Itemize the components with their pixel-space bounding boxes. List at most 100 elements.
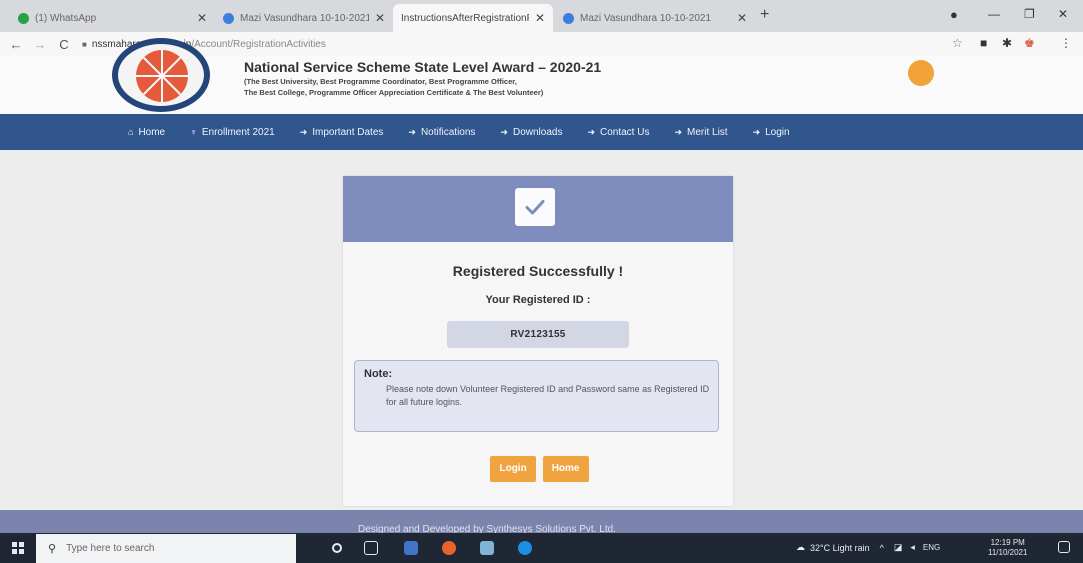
nav-item-important-dates[interactable]: ➜ Important Dates xyxy=(300,127,384,138)
photos-icon[interactable] xyxy=(480,541,494,555)
browser-tab-bar: (1) WhatsApp ✕ Mazi Vasundhara 10-10-202… xyxy=(0,0,1083,32)
nav-item-contact-us[interactable]: ➜ Contact Us xyxy=(587,127,649,138)
maximize-icon[interactable]: ❐ xyxy=(1024,7,1035,21)
language-text[interactable]: ENG xyxy=(923,543,940,552)
sign-in-icon: ➜ xyxy=(408,126,416,137)
chevron-up-icon[interactable]: ^ xyxy=(880,543,884,553)
site-footer: Designed and Developed by Synthesys Solu… xyxy=(0,510,1083,533)
whatsapp-icon xyxy=(18,12,29,24)
lock-icon: ■ xyxy=(82,39,87,49)
home-button[interactable]: Home xyxy=(542,456,589,482)
sign-in-icon: ➜ xyxy=(752,126,761,137)
network-icon[interactable]: ◪ xyxy=(894,542,903,553)
note-box: Note: Please note down Volunteer Registe… xyxy=(354,360,719,432)
clock[interactable]: 12:19 PM 11/10/2021 xyxy=(988,538,1027,558)
star-icon[interactable]: ☆ xyxy=(952,36,963,50)
close-icon[interactable]: ✕ xyxy=(535,11,545,25)
nav-label: Downloads xyxy=(512,126,563,138)
back-icon[interactable]: ← xyxy=(8,37,24,52)
nav-item-enrollment[interactable]: ♆ Enrollment 2021 xyxy=(190,127,275,138)
weather-icon: ☁ xyxy=(796,542,805,552)
minimize-icon[interactable]: — xyxy=(988,7,1000,21)
home-icon: ⌂ xyxy=(128,127,134,137)
site-header: National Service Scheme State Level Awar… xyxy=(0,38,1083,114)
check-icon xyxy=(515,188,555,226)
taskbar: ⚲ Type here to search ☁ 32°C Light rain … xyxy=(0,533,1083,563)
header-text: National Service Scheme State Level Awar… xyxy=(244,59,601,97)
tab-title: (1) WhatsApp xyxy=(35,12,97,24)
menu-icon[interactable]: ⋮ xyxy=(1060,36,1072,50)
success-title: Registered Successfully ! xyxy=(452,263,624,279)
main-content: Registered Successfully ! Your Registere… xyxy=(0,150,1083,510)
notification-icon[interactable] xyxy=(1058,541,1070,553)
trophy-icon: ♆ xyxy=(190,127,197,137)
browser-tab[interactable]: Mazi Vasundhara 10-10-2021 ✕ xyxy=(555,4,755,32)
nav-item-login[interactable]: ➜ Login xyxy=(753,127,790,138)
new-tab-icon[interactable]: + xyxy=(760,6,769,24)
weather-text[interactable]: 32°C Light rain xyxy=(810,543,870,553)
drive-icon xyxy=(223,12,234,24)
extension-icon[interactable]: ♚ xyxy=(1024,36,1035,50)
extension-icon[interactable]: ■ xyxy=(980,36,987,50)
nav-label: Home xyxy=(138,126,166,138)
sign-in-icon: ➜ xyxy=(500,126,508,137)
system-tray: ☁ 32°C Light rain ^ ◪ ◂ ENG xyxy=(796,542,940,553)
forward-icon[interactable]: → xyxy=(32,37,48,52)
header-subtitle: (The Best University, Best Programme Coo… xyxy=(244,77,517,86)
sign-in-icon: ➜ xyxy=(299,126,308,137)
nav-label: Contact Us xyxy=(600,126,650,138)
registered-id-value: RV2123155 xyxy=(447,321,629,348)
login-button[interactable]: Login xyxy=(490,456,536,482)
tab-title: Mazi Vasundhara 10-10-2021 xyxy=(240,12,369,24)
page-title: National Service Scheme State Level Awar… xyxy=(244,59,602,75)
browser-tab-active[interactable]: InstructionsAfterRegistrationPV ✕ xyxy=(393,4,553,32)
nav-label: Important Dates xyxy=(312,126,384,138)
sign-in-icon: ➜ xyxy=(587,126,595,137)
nav-label: Enrollment 2021 xyxy=(201,126,275,138)
tab-title: Mazi Vasundhara 10-10-2021 xyxy=(580,12,712,24)
nav-item-notifications[interactable]: ➜ Notifications xyxy=(408,127,475,138)
nss-logo xyxy=(112,38,210,112)
search-icon: ⚲ xyxy=(48,543,57,555)
firefox-icon[interactable] xyxy=(442,541,456,555)
clock-date: 11/10/2021 xyxy=(988,548,1028,557)
drive-icon xyxy=(563,12,574,24)
close-icon[interactable]: ✕ xyxy=(197,11,207,25)
search-placeholder: Type here to search xyxy=(66,543,155,554)
clock-time: 12:19 PM xyxy=(990,538,1025,547)
button-row: Login Home xyxy=(343,456,733,482)
nav-item-merit-list[interactable]: ➜ Merit List xyxy=(674,127,727,138)
url-field[interactable]: ■ nssmaharashtra.org.in /Account/Registr… xyxy=(82,39,326,50)
nav-item-downloads[interactable]: ➜ Downloads xyxy=(500,127,562,138)
success-card: Registered Successfully ! Your Registere… xyxy=(343,176,733,506)
cortana-icon[interactable] xyxy=(332,543,342,553)
close-icon[interactable]: ✕ xyxy=(737,11,747,25)
note-title: Note: xyxy=(364,368,393,380)
nav-label: Login xyxy=(765,126,790,138)
app-icon[interactable] xyxy=(404,541,418,555)
profile-icon[interactable]: ● xyxy=(950,7,958,22)
footer-text: Designed and Developed by Synthesys Solu… xyxy=(358,524,616,533)
edge-icon[interactable] xyxy=(518,541,532,555)
volume-icon[interactable]: ◂ xyxy=(910,542,915,553)
sign-in-icon: ➜ xyxy=(674,126,683,137)
tab-title: InstructionsAfterRegistrationPV xyxy=(401,12,529,24)
close-icon[interactable]: ✕ xyxy=(375,11,385,25)
browser-tab[interactable]: (1) WhatsApp ✕ xyxy=(10,4,215,32)
browser-tab[interactable]: Mazi Vasundhara 10-10-2021 ✕ xyxy=(215,4,393,32)
puzzle-icon[interactable]: ✱ xyxy=(1002,36,1012,50)
emblem-logo xyxy=(908,60,934,86)
windows-start-icon[interactable] xyxy=(12,542,24,554)
reload-icon[interactable]: C xyxy=(56,37,72,52)
card-header xyxy=(343,176,733,242)
task-view-icon[interactable] xyxy=(364,541,378,555)
registered-id-label: Your Registered ID : xyxy=(485,294,591,306)
nav-label: Merit List xyxy=(687,126,728,138)
main-nav: ⌂ Home ♆ Enrollment 2021 ➜ Important Dat… xyxy=(0,114,1083,150)
nav-item-home[interactable]: ⌂ Home xyxy=(128,127,165,138)
url-path: /Account/RegistrationActivities xyxy=(191,38,326,50)
taskbar-search[interactable]: ⚲ Type here to search xyxy=(36,534,296,563)
header-subtitle: The Best College, Programme Officer Appr… xyxy=(244,88,544,97)
note-text: Please note down Volunteer Registered ID… xyxy=(386,384,710,407)
close-window-icon[interactable]: ✕ xyxy=(1058,7,1068,21)
